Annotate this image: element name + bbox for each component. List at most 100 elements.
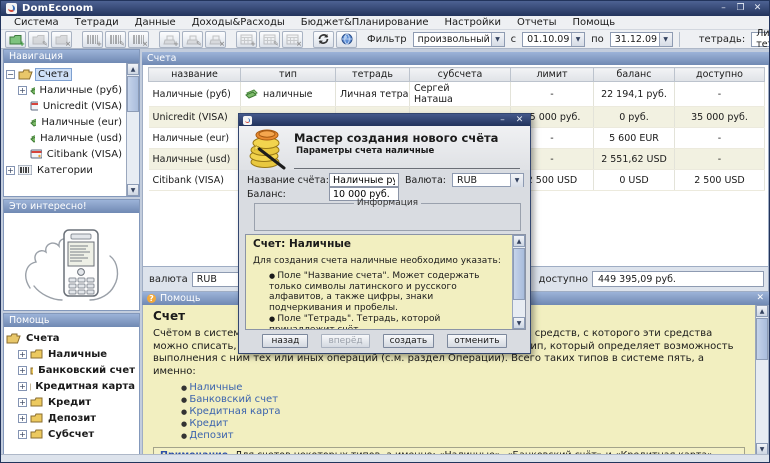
help-tree-item[interactable]: + Кредит bbox=[18, 394, 137, 410]
tree-node-accounts[interactable]: − Счета bbox=[6, 66, 124, 82]
tree-node-account[interactable]: Наличные (usd) bbox=[30, 130, 124, 146]
refresh-button[interactable] bbox=[313, 30, 334, 48]
help-panel-title: Помощь bbox=[160, 293, 201, 304]
tree-node-account[interactable]: + Наличные (руб) bbox=[18, 82, 124, 98]
restore-icon[interactable]: ❐ bbox=[734, 3, 747, 14]
expand-icon[interactable]: + bbox=[6, 165, 15, 175]
scroll-up-icon[interactable]: ▲ bbox=[127, 63, 139, 75]
column-header[interactable]: название bbox=[148, 67, 241, 82]
expand-icon[interactable]: + bbox=[18, 397, 27, 407]
column-header[interactable]: тип bbox=[240, 67, 336, 82]
close-icon[interactable]: ✕ bbox=[751, 3, 764, 14]
category-edit-button[interactable]: ✎ bbox=[105, 30, 126, 48]
chevron-down-icon[interactable]: ▼ bbox=[571, 32, 585, 46]
scroll-up-icon[interactable]: ▲ bbox=[756, 305, 768, 317]
minimize-icon[interactable]: – bbox=[717, 3, 730, 14]
currency-rates-button[interactable] bbox=[336, 30, 357, 48]
help-scrollbar[interactable]: ▲ ▼ bbox=[755, 305, 768, 455]
account-delete-button[interactable]: × bbox=[51, 30, 72, 48]
link-credit-card[interactable]: Кредитная карта bbox=[189, 406, 280, 417]
cash-icon bbox=[30, 118, 37, 127]
link-bank-account[interactable]: Банковский счет bbox=[189, 394, 278, 405]
expand-icon[interactable]: + bbox=[18, 365, 27, 375]
account-add-button[interactable]: + bbox=[5, 30, 26, 48]
help-tree-root[interactable]: Счета bbox=[6, 330, 137, 346]
table-row[interactable]: Наличные (руб) наличные Личная тетрадь С… bbox=[148, 81, 765, 107]
help-tree-item[interactable]: + Банковский счет bbox=[18, 362, 137, 378]
expand-icon[interactable]: + bbox=[18, 349, 27, 359]
column-header[interactable]: субсчета bbox=[409, 67, 511, 82]
tree-label: Кредитная карта bbox=[35, 380, 135, 392]
dialog-subtitle: Параметры счета наличные bbox=[296, 146, 435, 156]
help-tree-item[interactable]: + Субсчет bbox=[18, 426, 137, 442]
plan-add-button[interactable]: + bbox=[236, 30, 257, 48]
plan-delete-button[interactable]: × bbox=[282, 30, 303, 48]
expand-icon[interactable]: + bbox=[18, 85, 27, 95]
menu-notebooks[interactable]: Тетради bbox=[67, 16, 127, 29]
available-total-field[interactable]: 449 395,09 руб. bbox=[592, 271, 764, 287]
link-credit[interactable]: Кредит bbox=[189, 418, 228, 429]
scroll-thumb[interactable] bbox=[756, 318, 768, 360]
column-header[interactable]: лимит bbox=[510, 67, 594, 82]
tree-node-account[interactable]: Unicredit (VISA) bbox=[30, 98, 124, 114]
cell-balance: 5 600 EUR bbox=[593, 127, 675, 149]
notebook-select[interactable]: Личная тетр... ▼ bbox=[751, 28, 769, 50]
link-deposit[interactable]: Депозит bbox=[189, 430, 233, 441]
cell-available: 2 500 USD bbox=[674, 169, 765, 191]
help-tree-item[interactable]: + Наличные bbox=[18, 346, 137, 362]
currency-select[interactable]: RUB ▼ bbox=[452, 173, 524, 187]
tree-node-account[interactable]: Наличные (eur) bbox=[30, 114, 124, 130]
menu-system[interactable]: Система bbox=[6, 16, 67, 29]
collapse-icon[interactable]: − bbox=[6, 69, 15, 79]
scroll-thumb[interactable] bbox=[127, 76, 139, 112]
tree-node-account[interactable]: Citibank (VISA) bbox=[30, 146, 124, 162]
chevron-down-icon[interactable]: ▼ bbox=[490, 32, 504, 46]
date-from-select[interactable]: 01.10.09 ▼ bbox=[522, 31, 586, 47]
scroll-up-icon[interactable]: ▲ bbox=[513, 235, 525, 247]
forward-button[interactable]: вперёд bbox=[321, 334, 370, 348]
navigation-scrollbar[interactable]: ▲ ▼ bbox=[126, 63, 139, 196]
chevron-down-icon[interactable]: ▼ bbox=[510, 173, 523, 187]
operation-edit-button[interactable]: ✎ bbox=[182, 30, 203, 48]
scroll-down-icon[interactable]: ▼ bbox=[513, 317, 525, 329]
menu-reports[interactable]: Отчеты bbox=[509, 16, 564, 29]
cancel-button[interactable]: отменить bbox=[447, 334, 507, 348]
column-header[interactable]: баланс bbox=[593, 67, 675, 82]
dialog-help-box: Счет: Наличные Для создания счета наличн… bbox=[245, 234, 526, 330]
column-header[interactable]: доступно bbox=[674, 67, 765, 82]
expand-icon[interactable]: + bbox=[18, 381, 27, 391]
menu-data[interactable]: Данные bbox=[127, 16, 184, 29]
chevron-down-icon[interactable]: ▼ bbox=[658, 32, 672, 46]
help-tree-item[interactable]: + Кредитная карта bbox=[18, 378, 137, 394]
category-add-button[interactable]: + bbox=[82, 30, 103, 48]
column-header[interactable]: тетрадь bbox=[335, 67, 410, 82]
menu-settings[interactable]: Настройки bbox=[437, 16, 509, 29]
scroll-thumb[interactable] bbox=[513, 248, 525, 300]
filter-period-select[interactable]: произвольный ▼ bbox=[412, 31, 505, 47]
help-tree-item[interactable]: + Депозит bbox=[18, 410, 137, 426]
account-name-input[interactable] bbox=[329, 173, 399, 187]
operation-delete-button[interactable]: × bbox=[205, 30, 226, 48]
back-button[interactable]: назад bbox=[262, 334, 309, 348]
close-icon[interactable]: ✕ bbox=[756, 294, 764, 303]
create-button[interactable]: создать bbox=[382, 334, 435, 348]
menu-help[interactable]: Помощь bbox=[564, 16, 623, 29]
java-app-icon bbox=[6, 3, 17, 14]
menu-budget-planning[interactable]: Бюджет&Планирование bbox=[293, 16, 437, 29]
date-to-select[interactable]: 31.12.09 ▼ bbox=[609, 31, 673, 47]
plan-edit-button[interactable]: ✎ bbox=[259, 30, 280, 48]
tree-label: Unicredit (VISA) bbox=[42, 100, 122, 112]
link-cash[interactable]: Наличные bbox=[189, 382, 242, 393]
category-delete-button[interactable]: × bbox=[128, 30, 149, 48]
dialog-help-scrollbar[interactable]: ▲ ▼ bbox=[512, 235, 525, 329]
available-label: доступно bbox=[538, 273, 588, 285]
account-edit-button[interactable]: ✎ bbox=[28, 30, 49, 48]
close-icon[interactable]: ✕ bbox=[513, 115, 526, 125]
expand-icon[interactable]: + bbox=[18, 413, 27, 423]
expand-icon[interactable]: + bbox=[18, 429, 27, 439]
menu-income-expenses[interactable]: Доходы&Расходы bbox=[184, 16, 293, 29]
tree-node-categories[interactable]: + Категории bbox=[6, 162, 124, 178]
operation-add-button[interactable]: + bbox=[159, 30, 180, 48]
scroll-down-icon[interactable]: ▼ bbox=[127, 184, 139, 196]
minimize-icon[interactable]: – bbox=[496, 115, 509, 125]
